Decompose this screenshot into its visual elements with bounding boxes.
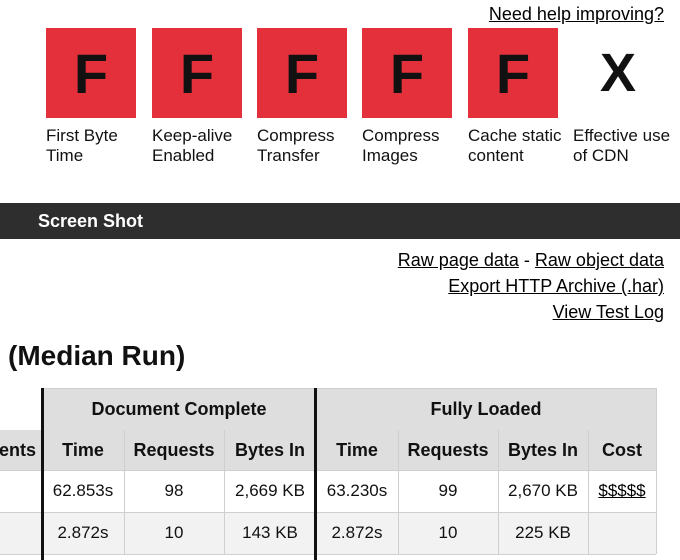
table-cell (0, 470, 42, 512)
table-cell (588, 512, 656, 554)
table-cell: 10 (398, 512, 498, 554)
table-border (0, 554, 656, 555)
grade-cache-static[interactable]: F Cache static content (468, 28, 562, 166)
table-border (0, 470, 656, 471)
grade-compress-images[interactable]: F Compress Images (362, 28, 454, 166)
column-header: ents (0, 430, 42, 470)
view-test-log-link[interactable]: View Test Log (553, 302, 664, 322)
grade-letter: F (257, 28, 347, 118)
grade-label: Effective use of CDN (573, 126, 671, 165)
column-header: Cost (588, 430, 656, 470)
table-border (124, 430, 125, 554)
raw-page-data-link[interactable]: Raw page data (398, 250, 519, 270)
median-run-title: (Median Run) (8, 340, 186, 371)
table-cell: 2.872s (42, 512, 124, 554)
raw-object-data-link[interactable]: Raw object data (535, 250, 664, 270)
export-har-link[interactable]: Export HTTP Archive (.har) (448, 276, 664, 296)
grade-label: Compress Images (362, 126, 440, 165)
grade-letter: F (468, 28, 558, 118)
grade-letter: X (599, 43, 637, 103)
column-header: Requests (398, 430, 498, 470)
table-cell: 10 (124, 512, 224, 554)
column-header: Time (316, 430, 398, 470)
group-header-document-complete: Document Complete (42, 388, 316, 430)
table-cell (0, 512, 42, 554)
har-link-row: Export HTTP Archive (.har) (448, 276, 664, 297)
table-cell: 2.872s (316, 512, 398, 554)
table-cell: 143 KB (224, 512, 316, 554)
table-border (224, 430, 225, 554)
raw-data-links: Raw page data - Raw object data (398, 250, 664, 271)
table-cell: 225 KB (498, 512, 588, 554)
table-cell: 62.853s (52, 481, 114, 500)
group-divider (41, 388, 44, 560)
grade-keep-alive[interactable]: F Keep-alive Enabled (152, 28, 244, 166)
column-header: Requests (124, 430, 224, 470)
section-title: Screen Shot (38, 211, 144, 231)
group-divider (314, 388, 317, 560)
grade-letter: F (46, 28, 136, 118)
link-separator: - (523, 250, 530, 270)
grade-cdn[interactable]: X Effective use of CDN (573, 28, 670, 166)
table-border (498, 430, 499, 554)
grade-label: Cache static content (468, 126, 562, 165)
grade-label: First Byte Time (46, 126, 118, 165)
column-header: Bytes In (498, 430, 588, 470)
help-improving-link[interactable]: Need help improving? (489, 4, 664, 25)
group-header-fully-loaded: Fully Loaded (316, 388, 656, 430)
test-log-link-row: View Test Log (553, 302, 664, 323)
cost-link[interactable]: $$$$$ (598, 481, 645, 501)
table-border (0, 512, 656, 513)
table-cell: 63.230s (326, 481, 388, 500)
table-cell: 2,669 KB (235, 481, 305, 500)
grade-first-byte[interactable]: F First Byte Time (46, 28, 138, 166)
grade-letter: F (152, 28, 242, 118)
table-border (656, 388, 657, 554)
grade-label: Compress Transfer (257, 126, 335, 165)
column-header: Time (42, 430, 124, 470)
table-border (398, 430, 399, 554)
grade-compress-transfer[interactable]: F Compress Transfer (257, 28, 349, 166)
grade-label: Keep-alive Enabled (152, 126, 233, 165)
table-cell: 98 (164, 481, 184, 500)
table-cell: 99 (438, 481, 458, 500)
column-header: Bytes In (224, 430, 316, 470)
table-cell: 2,670 KB (508, 481, 578, 500)
table-border (588, 430, 589, 554)
cost-cell: $$$$$ (588, 470, 656, 512)
group-header-blank (0, 388, 42, 430)
grade-letter: F (362, 28, 452, 118)
screen-shot-section-bar: Screen Shot (0, 203, 680, 239)
table-border (42, 388, 656, 389)
